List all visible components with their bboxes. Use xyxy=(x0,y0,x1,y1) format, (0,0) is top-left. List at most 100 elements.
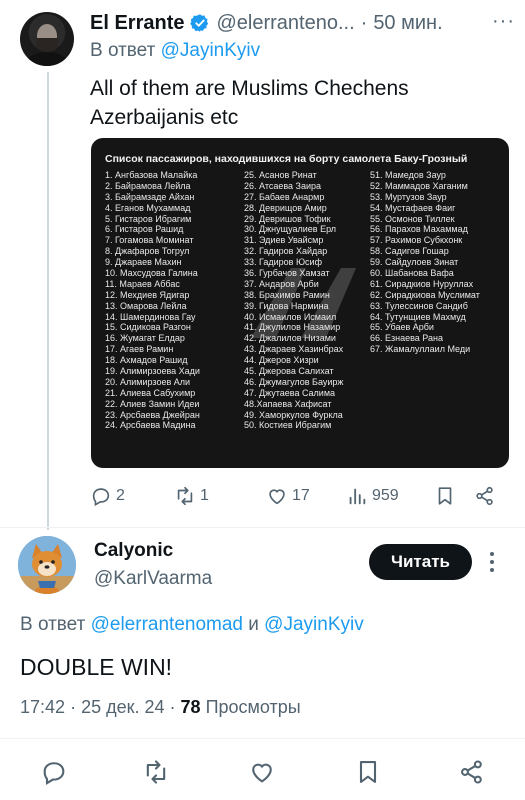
retweet-button[interactable]: 1 xyxy=(174,484,209,508)
passenger-entry: 10. Махсудова Галина xyxy=(105,268,198,279)
passenger-entry: 41. Джулилов Назамир xyxy=(244,322,341,333)
passenger-entry: 20. Алимирзоев Али xyxy=(105,376,191,387)
passenger-entry: 32. Гадиров Хайдар xyxy=(244,246,328,257)
passenger-entry: 43. Джараев Хазинбрах xyxy=(244,344,344,355)
passenger-entry: 8. Джафаров Тогрул xyxy=(105,246,190,257)
passenger-entry: 37. Андаров Арби xyxy=(244,278,319,289)
author-handle[interactable]: @elerranteno... xyxy=(216,12,354,35)
passenger-entry: 36. Гурбачов Хамзат xyxy=(244,268,330,279)
passenger-entry: 33. Гадиров Юсиф xyxy=(244,257,322,268)
retweet-icon xyxy=(177,486,193,506)
passenger-entry: 64. Тутунщиев Махмуд xyxy=(370,311,466,322)
passenger-entry: 40. Исмаилов Исмаил xyxy=(244,311,337,322)
passenger-entry: 29. Девришов Тофик xyxy=(244,213,331,224)
bookmark-icon xyxy=(438,487,452,505)
reply-time[interactable]: 17:42 xyxy=(20,697,65,717)
reply-author-name[interactable]: Calyonic xyxy=(94,540,173,562)
reply-button[interactable] xyxy=(40,758,70,788)
share-icon xyxy=(476,486,493,506)
views-button[interactable]: 959 xyxy=(346,484,399,508)
passenger-entry: 54. Мустафаев Фаиг xyxy=(370,202,456,213)
reply-author-handle[interactable]: @KarlVaarma xyxy=(94,568,212,590)
heart-icon xyxy=(252,763,272,783)
follow-button[interactable]: Читать xyxy=(369,544,472,580)
passenger-entry: 5. Гистаров Ибрагим xyxy=(105,213,192,224)
image-title: Список пассажиров, находившихся на борту… xyxy=(105,153,468,165)
share-button[interactable] xyxy=(458,758,488,788)
passenger-entry: 31. Эдиев Увайсмр xyxy=(244,235,324,246)
passenger-entry: 4. Еганов Мухаммад xyxy=(105,202,191,213)
passenger-entry: 65. Убаев Арби xyxy=(370,322,434,333)
bookmark-button[interactable] xyxy=(434,484,456,508)
passenger-entry: 24. Арсбаева Мадина xyxy=(105,420,196,431)
like-button[interactable]: 17 xyxy=(266,484,310,508)
passenger-entry: 26. Атсаева Заира xyxy=(244,180,322,191)
reply-author-avatar[interactable] xyxy=(18,536,76,594)
passenger-entry: 23. Арсбаева Джейран xyxy=(105,409,200,420)
bookmark-button[interactable] xyxy=(354,758,384,788)
passenger-entry: 48.Хапаева Хафисат xyxy=(244,398,332,409)
passenger-entry: 62. Сирадкиова Муслимат xyxy=(370,289,480,300)
reply-button[interactable]: 2 xyxy=(90,484,125,508)
passenger-entry: 15. Сидикова Разгон xyxy=(105,322,191,333)
passenger-entry: 9. Джараев Махин xyxy=(105,257,182,268)
passenger-column-1: 1. Ангбазова Малайка 2. Байрамова Лейла 3.… xyxy=(105,170,200,431)
mention-link-1[interactable]: @elerrantenomad xyxy=(91,614,243,635)
tweet-image[interactable]: Список пассажиров, находившихся на борту… xyxy=(91,138,509,468)
reply-date[interactable]: 25 дек. 24 xyxy=(81,697,164,717)
share-icon xyxy=(461,760,482,784)
passenger-entry: 27. Бабаев Анармр xyxy=(244,191,325,202)
passenger-entry: 67. Жамалуллаил Меди xyxy=(370,344,471,355)
reply-text: DOUBLE WIN! xyxy=(20,654,173,680)
author-avatar[interactable] xyxy=(20,12,74,66)
reply-prefix: В ответ xyxy=(20,614,86,635)
analytics-icon xyxy=(349,488,366,505)
tweet-time[interactable]: 50 мин. xyxy=(373,12,442,35)
passenger-entry: 14. Шамердинова Гау xyxy=(105,311,196,322)
thread-line xyxy=(47,72,49,530)
passenger-entry: 38. Брахимов Рамин xyxy=(244,289,330,300)
passenger-entry: 11. Мараев Аббас xyxy=(105,278,180,289)
reply-icon xyxy=(43,762,65,785)
tweet-header: El Errante @elerranteno... · 50 мин. xyxy=(90,10,443,36)
author-name[interactable]: El Errante xyxy=(90,12,184,35)
passenger-entry: 16. Жумагат Елдар xyxy=(105,333,185,344)
share-button[interactable] xyxy=(474,484,496,508)
passenger-entry: 52. Маммадов Хаганим xyxy=(370,180,468,191)
like-button[interactable] xyxy=(248,758,278,788)
passenger-entry: 57. Рахимов Субкхонк xyxy=(370,235,463,246)
passenger-entry: 28. Деврищов Амир xyxy=(244,202,327,213)
passenger-entry: 61. Сирадкиов Нуруллах xyxy=(370,278,474,289)
reply-view-count: 78 xyxy=(180,697,201,717)
passenger-entry: 55. Осмонов Тиллек xyxy=(370,213,455,224)
heart-icon xyxy=(269,489,285,505)
retweet-count: 1 xyxy=(200,487,209,504)
passenger-entry: 49. Хаморкулов Фуркла xyxy=(244,409,343,420)
view-count: 959 xyxy=(372,487,399,504)
passenger-entry: 50. Костиев Ибрагим xyxy=(244,420,332,431)
mention-link-2[interactable]: @JayinKyiv xyxy=(264,614,364,635)
retweet-icon xyxy=(146,760,166,784)
more-options-icon[interactable]: ··· xyxy=(492,10,515,33)
reply-actions xyxy=(0,758,525,792)
reply-context: В ответ @JayinKyiv xyxy=(90,40,260,62)
reply-context: В ответ @elerrantenomad и @JayinKyiv xyxy=(20,614,364,636)
passenger-entry: 56. Парахов Махаммад xyxy=(370,224,468,235)
passenger-column-3: 51. Мамедов Заур 52. Маммадов Хаганим 53. … xyxy=(370,170,480,355)
reply-count: 2 xyxy=(116,487,125,504)
shiba-dog-icon xyxy=(18,536,76,594)
passenger-entry: 60. Шабанова Вафа xyxy=(370,268,454,279)
tweet-parent[interactable]: El Errante @elerranteno... · 50 мин. ···… xyxy=(0,0,525,530)
passenger-entry: 44. Джеров Хизри xyxy=(244,355,319,366)
passenger-entry: 66. Езнаева Рана xyxy=(370,333,443,344)
divider xyxy=(0,738,525,739)
passenger-entry: 7. Гогамова Моминат xyxy=(105,235,194,246)
more-options-icon[interactable] xyxy=(490,552,496,576)
retweet-button[interactable] xyxy=(142,758,172,788)
views-label[interactable]: Просмотры xyxy=(206,697,301,717)
passenger-entry: 19. Алимирзоева Хади xyxy=(105,366,200,377)
passenger-entry: 47. Джутаева Салима xyxy=(244,387,336,398)
reply-prefix: В ответ xyxy=(90,40,156,61)
passenger-entry: 58. Садигов Гошар xyxy=(370,246,449,257)
mention-link[interactable]: @JayinKyiv xyxy=(161,40,261,61)
